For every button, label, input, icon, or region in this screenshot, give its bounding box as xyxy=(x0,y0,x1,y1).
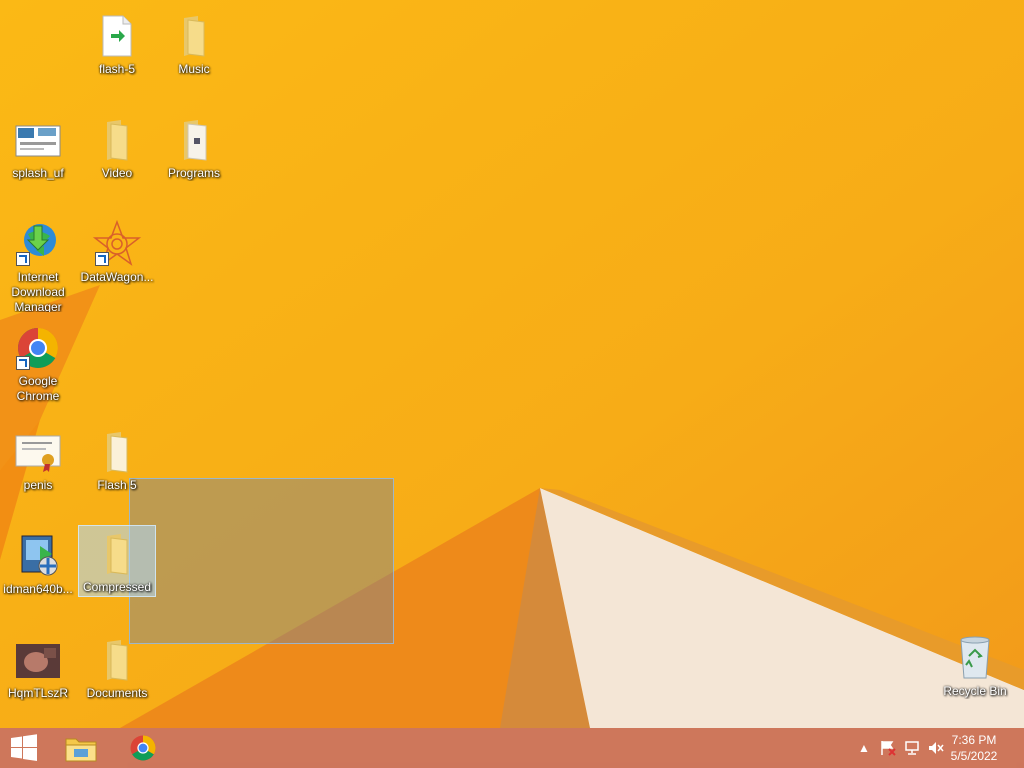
desktop-icon-label: Internet Download Manager xyxy=(11,270,65,312)
desktop-icon-label: Documents xyxy=(86,686,148,700)
desktop-icon-label: HqmTLszR xyxy=(7,686,68,700)
desktop-icon-splash-uf[interactable]: splash_uf xyxy=(0,112,76,204)
shortcut-arrow-icon xyxy=(95,252,109,266)
desktop-icon-label: Video xyxy=(101,166,133,180)
start-button[interactable] xyxy=(0,728,48,768)
desktop-icon-penis[interactable]: penis xyxy=(0,424,76,516)
desktop-icon-label: splash_uf xyxy=(12,166,64,180)
folder-icon xyxy=(93,530,141,578)
windows-logo-icon xyxy=(11,734,37,761)
folder-icon xyxy=(93,636,141,684)
document-file-icon xyxy=(93,12,141,60)
desktop-icon-label: Music xyxy=(178,62,210,76)
clock-date: 5/5/2022 xyxy=(950,749,998,763)
desktop-icon-label: Recycle Bin xyxy=(943,684,1007,698)
drag-selection-rectangle xyxy=(129,478,394,644)
taskbar-clock[interactable]: 7:36 PM 5/5/2022 xyxy=(944,732,1004,764)
desktop-icon-label: Programs xyxy=(167,166,220,180)
desktop-icon-hqmtlszr[interactable]: HqmTLszR xyxy=(0,632,76,724)
shortcut-arrow-icon xyxy=(16,252,30,266)
desktop-icon-label: Flash 5 xyxy=(97,478,137,492)
certificate-icon xyxy=(14,428,62,476)
taskbar-file-explorer-button[interactable] xyxy=(57,728,105,768)
chrome-icon xyxy=(130,735,156,761)
desktop-icon-google-chrome[interactable]: Google Chrome xyxy=(0,320,76,412)
system-tray: ▲ 7:36 PM 5/5/2022 xyxy=(844,728,1024,768)
volume-muted-icon[interactable] xyxy=(928,740,944,756)
desktop-icon-documents[interactable]: Documents xyxy=(79,632,155,724)
desktop-icon-recycle-bin[interactable]: Recycle Bin xyxy=(937,630,1013,722)
installer-icon xyxy=(14,532,62,580)
desktop-icon-music[interactable]: Music xyxy=(156,8,232,100)
chrome-icon xyxy=(14,324,62,372)
folder-icon xyxy=(93,428,141,476)
clock-time: 7:36 PM xyxy=(951,733,997,747)
network-icon[interactable] xyxy=(904,740,920,756)
desktop-icon-idman640b[interactable]: idman640b... xyxy=(0,528,76,620)
desktop-icon-label: flash-5 xyxy=(98,62,136,76)
desktop-icon-label: Google Chrome xyxy=(16,374,60,403)
desktop-icon-label: idman640b... xyxy=(3,582,73,596)
folder-icon xyxy=(170,116,218,164)
folder-icon xyxy=(93,116,141,164)
show-hidden-icons-chevron[interactable]: ▲ xyxy=(856,740,872,756)
desktop-icon-flash-5-folder[interactable]: Flash 5 xyxy=(79,424,155,516)
video-thumbnail-icon xyxy=(14,636,62,684)
taskbar-chrome-button[interactable] xyxy=(119,728,167,768)
desktop-icon-flash-5[interactable]: flash-5 xyxy=(79,8,155,100)
image-thumbnail-icon xyxy=(14,116,62,164)
desktop-icon-label: penis xyxy=(23,478,53,492)
shortcut-arrow-icon xyxy=(16,356,30,370)
desktop-icon-programs[interactable]: Programs xyxy=(156,112,232,204)
taskbar: ▲ 7:36 PM 5/5/2022 xyxy=(0,728,1024,768)
desktop-icon-label: DataWagon... xyxy=(80,270,154,284)
desktop-icon-internet-download-manager[interactable]: Internet Download Manager xyxy=(0,216,76,312)
folder-icon xyxy=(170,12,218,60)
desktop-icon-datawagon[interactable]: DataWagon... xyxy=(79,216,155,308)
desktop-icon-compressed[interactable]: Compressed xyxy=(78,525,156,597)
desktop-icon-video[interactable]: Video xyxy=(79,112,155,204)
action-center-flag-icon[interactable] xyxy=(880,740,896,756)
file-explorer-icon xyxy=(65,738,97,762)
desktop-icon-label: Compressed xyxy=(82,580,152,594)
recycle-bin-icon xyxy=(951,634,999,682)
idm-globe-icon xyxy=(14,220,62,268)
datawagon-star-icon xyxy=(92,219,142,268)
